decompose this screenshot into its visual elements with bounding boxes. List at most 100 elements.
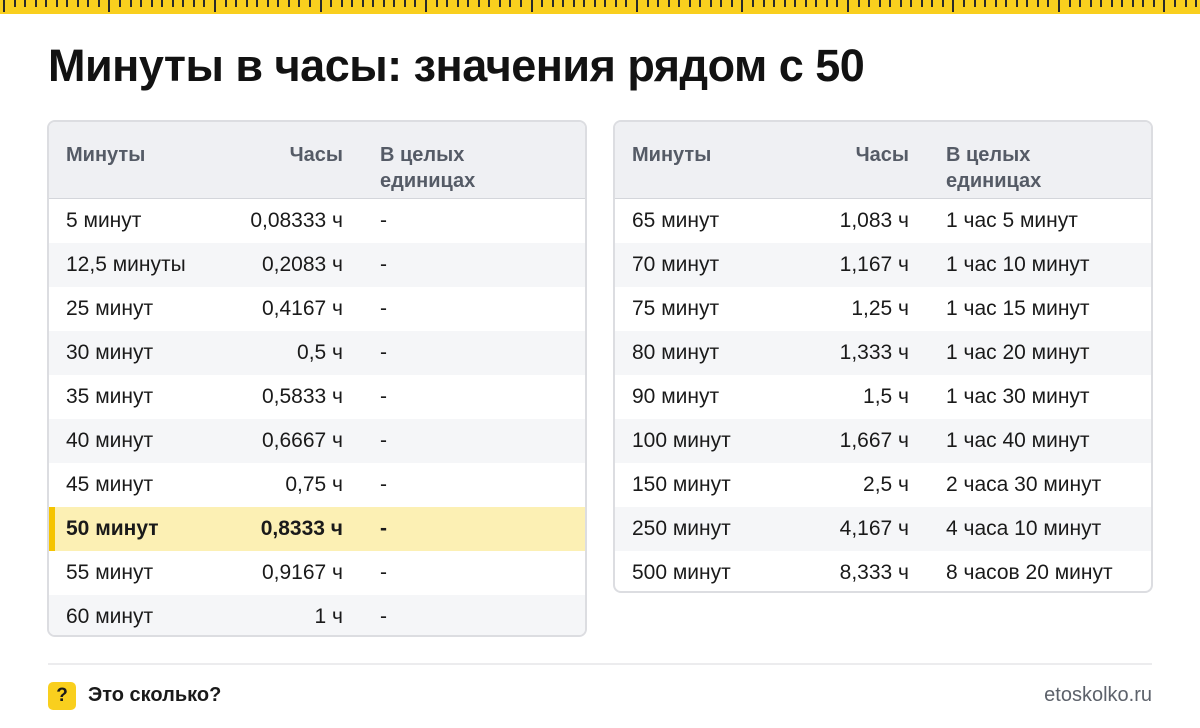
ruler-tick [995, 0, 997, 7]
cell-hours: 0,6667 ч [261, 429, 343, 452]
cell-whole: - [380, 341, 387, 364]
ruler-tick [541, 0, 543, 7]
cell-minutes: 55 минут [66, 561, 154, 584]
cell-whole: - [380, 385, 387, 408]
cell-minutes: 5 минут [66, 209, 142, 232]
cell-hours: 1,167 ч [839, 253, 909, 276]
cell-minutes: 12,5 минуты [66, 253, 186, 276]
ruler-tick [225, 0, 227, 7]
ruler-tick [826, 0, 828, 7]
ruler-tick [362, 0, 364, 7]
ruler-tick [119, 0, 121, 7]
ruler-tick [203, 0, 205, 7]
ruler-tick [921, 0, 923, 7]
cell-hours: 4,167 ч [839, 517, 909, 540]
ruler-decoration [0, 0, 1200, 14]
cell-minutes: 30 минут [66, 341, 154, 364]
table-row: 35 минут 0,5833 ч - [49, 375, 585, 419]
ruler-tick [573, 0, 575, 7]
table-row: 55 минут 0,9167 ч - [49, 551, 585, 595]
table-row: 500 минут 8,333 ч 8 часов 20 минут [615, 551, 1151, 591]
ruler-tick [425, 0, 427, 12]
cell-minutes: 500 минут [632, 561, 731, 584]
ruler-tick [457, 0, 459, 7]
ruler-tick [320, 0, 322, 12]
cell-hours: 2,5 ч [863, 473, 909, 496]
cell-hours: 1,5 ч [863, 385, 909, 408]
ruler-tick [974, 0, 976, 7]
cell-hours: 1,333 ч [839, 341, 909, 364]
ruler-tick [77, 0, 79, 7]
ruler-tick [288, 0, 290, 7]
ruler-tick [235, 0, 237, 7]
ruler-tick [647, 0, 649, 7]
header-minutes: Минуты [632, 144, 712, 166]
header-minutes: Минуты [66, 144, 146, 166]
cell-hours: 0,2083 ч [261, 253, 343, 276]
ruler-tick [910, 0, 912, 7]
cell-minutes: 250 минут [632, 517, 731, 540]
site-link[interactable]: etoskolko.ru [1044, 684, 1152, 707]
cell-whole: 1 час 10 минут [946, 253, 1090, 276]
table-row-highlighted: 50 минут 0,8333 ч - [49, 507, 585, 551]
cell-whole: - [380, 473, 387, 496]
header-hours: Часы [855, 144, 909, 166]
cell-whole: 2 часа 30 минут [946, 473, 1102, 496]
ruler-tick [1142, 0, 1144, 7]
cell-hours: 0,08333 ч [250, 209, 343, 232]
ruler-tick [594, 0, 596, 7]
ruler-tick [372, 0, 374, 7]
ruler-tick [56, 0, 58, 7]
ruler-tick [784, 0, 786, 7]
ruler-tick [636, 0, 638, 12]
ruler-tick [404, 0, 406, 7]
ruler-tick [1195, 0, 1197, 7]
ruler-tick [1047, 0, 1049, 7]
cell-whole: - [380, 209, 387, 232]
conversion-table-left: Минуты Часы В целых единицах 5 минут 0,0… [47, 120, 587, 637]
ruler-tick [552, 0, 554, 7]
ruler-tick [836, 0, 838, 7]
cell-whole: - [380, 605, 387, 628]
ruler-tick [351, 0, 353, 7]
ruler-tick [1100, 0, 1102, 7]
cell-hours: 1,083 ч [839, 209, 909, 232]
cell-minutes: 25 минут [66, 297, 154, 320]
cell-whole: 8 часов 20 минут [946, 561, 1113, 584]
ruler-tick [446, 0, 448, 7]
ruler-tick [1163, 0, 1165, 12]
ruler-tick [1185, 0, 1187, 7]
cell-whole: - [380, 517, 387, 540]
cell-minutes: 60 минут [66, 605, 154, 628]
ruler-tick [858, 0, 860, 7]
table-row: 45 минут 0,75 ч - [49, 463, 585, 507]
ruler-tick [794, 0, 796, 7]
ruler-tick [35, 0, 37, 7]
ruler-tick [108, 0, 110, 12]
table-row: 70 минут 1,167 ч 1 час 10 минут [615, 243, 1151, 287]
conversion-table-right: Минуты Часы В целых единицах 65 минут 1,… [613, 120, 1153, 593]
table-row: 40 минут 0,6667 ч - [49, 419, 585, 463]
cell-minutes: 75 минут [632, 297, 720, 320]
header-hours: Часы [289, 144, 343, 166]
ruler-tick [182, 0, 184, 7]
table-row: 25 минут 0,4167 ч - [49, 287, 585, 331]
cell-whole: - [380, 253, 387, 276]
cell-whole: 1 час 40 минут [946, 429, 1090, 452]
ruler-tick [805, 0, 807, 7]
ruler-tick [1069, 0, 1071, 7]
cell-hours: 8,333 ч [839, 561, 909, 584]
ruler-tick [140, 0, 142, 7]
ruler-tick [699, 0, 701, 7]
ruler-tick [172, 0, 174, 7]
ruler-tick [689, 0, 691, 7]
cell-whole: 1 час 15 минут [946, 297, 1090, 320]
ruler-tick [330, 0, 332, 7]
ruler-tick [277, 0, 279, 7]
ruler-tick [889, 0, 891, 7]
ruler-tick [298, 0, 300, 7]
ruler-tick [509, 0, 511, 7]
ruler-tick [942, 0, 944, 7]
ruler-tick [1111, 0, 1113, 7]
ruler-tick [752, 0, 754, 7]
